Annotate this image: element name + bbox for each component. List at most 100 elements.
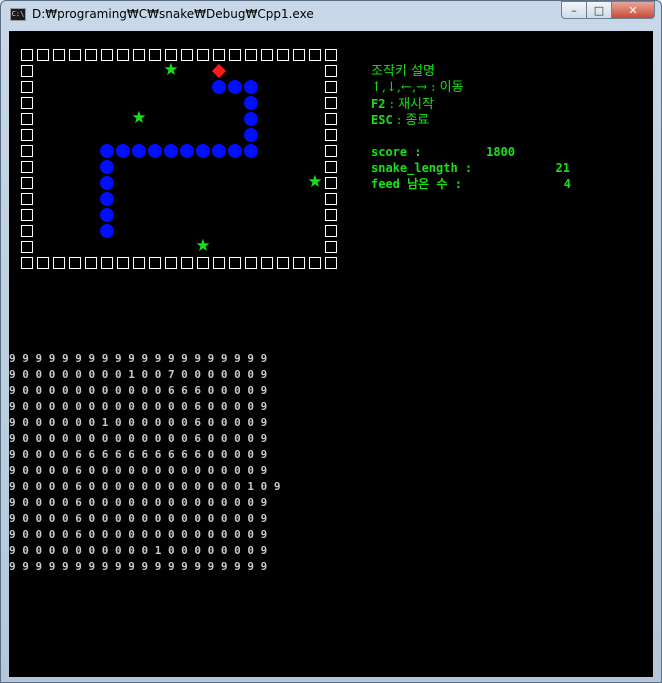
close-button[interactable]: ✕ bbox=[611, 1, 655, 19]
wall-cell bbox=[147, 47, 163, 63]
snake-circle bbox=[244, 96, 258, 110]
wall-cell bbox=[179, 255, 195, 271]
wall-cell bbox=[291, 255, 307, 271]
snake-circle bbox=[228, 144, 242, 158]
wall-cell bbox=[99, 255, 115, 271]
dump-row: 9 0 0 0 0 6 6 6 6 6 6 6 6 6 6 0 0 0 0 9 bbox=[9, 448, 268, 461]
score-value: 1800 bbox=[486, 145, 515, 159]
dump-row: 9 0 0 0 0 6 0 0 0 0 0 0 0 0 0 0 0 0 0 9 bbox=[9, 464, 268, 477]
dump-row: 9 9 9 9 9 9 9 9 9 9 9 9 9 9 9 9 9 9 9 9 bbox=[9, 352, 268, 365]
wall-square bbox=[181, 257, 193, 269]
snake-segment bbox=[99, 191, 115, 207]
wall-square bbox=[101, 49, 113, 61]
wall-cell bbox=[275, 47, 291, 63]
snake-segment bbox=[147, 143, 163, 159]
wall-cell bbox=[19, 175, 35, 191]
feed-label: feed 남은 수 : bbox=[371, 177, 462, 191]
wall-cell bbox=[259, 47, 275, 63]
dump-row: 9 0 0 0 0 0 0 1 0 0 0 0 0 0 6 0 0 0 0 9 bbox=[9, 416, 268, 429]
wall-cell bbox=[243, 47, 259, 63]
wall-square bbox=[181, 49, 193, 61]
dump-row: 9 0 0 0 0 6 0 0 0 0 0 0 0 0 0 0 0 0 1 0 … bbox=[9, 480, 281, 493]
star-icon: ★ bbox=[195, 236, 211, 256]
wall-cell bbox=[323, 63, 339, 79]
wall-cell bbox=[227, 47, 243, 63]
snake-segment bbox=[243, 95, 259, 111]
wall-cell bbox=[131, 47, 147, 63]
wall-cell bbox=[51, 47, 67, 63]
wall-cell bbox=[19, 223, 35, 239]
wall-cell bbox=[19, 191, 35, 207]
wall-square bbox=[85, 257, 97, 269]
restart-key: F2 bbox=[371, 97, 386, 111]
wall-square bbox=[293, 49, 305, 61]
wall-square bbox=[37, 49, 49, 61]
wall-cell bbox=[323, 207, 339, 223]
wall-square bbox=[229, 257, 241, 269]
food-item: ★ bbox=[131, 108, 147, 128]
snake-circle bbox=[212, 80, 226, 94]
snake-segment bbox=[243, 127, 259, 143]
wall-square bbox=[21, 193, 33, 205]
controls-heading: 조작키 설명 bbox=[371, 64, 435, 79]
wall-cell bbox=[243, 255, 259, 271]
wall-cell bbox=[19, 63, 35, 79]
wall-square bbox=[133, 49, 145, 61]
snake-circle bbox=[212, 144, 226, 158]
snake-circle bbox=[100, 160, 114, 174]
wall-square bbox=[53, 49, 65, 61]
wall-square bbox=[325, 161, 337, 173]
wall-cell bbox=[19, 95, 35, 111]
wall-cell bbox=[83, 47, 99, 63]
snake-segment bbox=[195, 143, 211, 159]
star-icon: ★ bbox=[131, 108, 147, 128]
wall-square bbox=[229, 49, 241, 61]
wall-square bbox=[309, 49, 321, 61]
quit-line: ESC : 종료 bbox=[371, 112, 429, 129]
wall-cell bbox=[115, 255, 131, 271]
wall-square bbox=[293, 257, 305, 269]
wall-cell bbox=[323, 47, 339, 63]
wall-square bbox=[325, 257, 337, 269]
snake-circle bbox=[100, 176, 114, 190]
snake-segment bbox=[131, 143, 147, 159]
console-icon[interactable]: C:\ bbox=[10, 8, 26, 21]
food-item: ★ bbox=[307, 172, 323, 192]
snake-segment bbox=[179, 143, 195, 159]
restart-line: F2 : 재시작 bbox=[371, 96, 434, 113]
wall-square bbox=[261, 49, 273, 61]
snake-circle bbox=[164, 144, 178, 158]
snake-circle bbox=[148, 144, 162, 158]
snake-segment bbox=[99, 207, 115, 223]
snake-head bbox=[211, 63, 227, 79]
wall-cell bbox=[179, 47, 195, 63]
wall-cell bbox=[323, 111, 339, 127]
snake-segment bbox=[243, 79, 259, 95]
snake-segment bbox=[243, 143, 259, 159]
wall-cell bbox=[323, 191, 339, 207]
wall-square bbox=[21, 81, 33, 93]
wall-square bbox=[21, 257, 33, 269]
wall-cell bbox=[275, 255, 291, 271]
title-bar[interactable]: C:\ D:₩programing₩C₩snake₩Debug₩Cpp1.exe… bbox=[1, 1, 661, 29]
feed-value: 4 bbox=[563, 177, 571, 191]
wall-square bbox=[245, 257, 257, 269]
minimize-button[interactable]: – bbox=[561, 1, 587, 19]
wall-cell bbox=[131, 255, 147, 271]
snake-circle bbox=[244, 112, 258, 126]
wall-square bbox=[21, 113, 33, 125]
wall-square bbox=[149, 49, 161, 61]
console-area[interactable]: ★ ★ ★ ★ 조작키 설명 ↑,↓,←,→ : 이동 F2 : 재시작 ESC : … bbox=[9, 31, 653, 677]
wall-cell bbox=[163, 255, 179, 271]
wall-square bbox=[21, 209, 33, 221]
wall-square bbox=[245, 49, 257, 61]
wall-cell bbox=[227, 255, 243, 271]
window-title: D:₩programing₩C₩snake₩Debug₩Cpp1.exe bbox=[32, 7, 314, 21]
wall-cell bbox=[19, 159, 35, 175]
wall-square bbox=[53, 257, 65, 269]
maximize-button[interactable]: □ bbox=[586, 1, 612, 19]
wall-cell bbox=[35, 255, 51, 271]
wall-square bbox=[117, 49, 129, 61]
wall-square bbox=[325, 145, 337, 157]
snake-segment bbox=[163, 143, 179, 159]
